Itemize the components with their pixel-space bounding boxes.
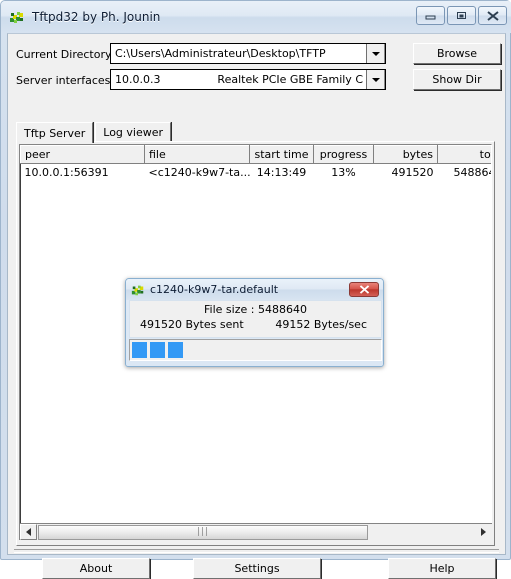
about-button[interactable]: About — [42, 558, 150, 579]
cell-file: <c1240-k9w7-ta... — [144, 163, 250, 181]
maximize-button[interactable] — [447, 6, 476, 25]
dialog-body: File size : 5488640 491520 Bytes sent 49… — [129, 300, 382, 338]
tab-tftp-server[interactable]: Tftp Server — [16, 122, 94, 143]
scroll-right-icon — [481, 528, 486, 536]
dialog-title-bar: c1240-k9w7-tar.default — [126, 279, 383, 300]
dialog-title: c1240-k9w7-tar.default — [150, 283, 279, 296]
column-header-peer[interactable]: peer — [20, 145, 145, 164]
window-title: Tftpd32 by Ph. Jounin — [32, 10, 161, 24]
server-interfaces-dropdown-button[interactable] — [366, 70, 385, 89]
table-row[interactable]: 10.0.0.1:56391 <c1240-k9w7-ta... 14:13:4… — [20, 163, 491, 181]
scroll-left-icon — [26, 528, 31, 536]
column-header-file[interactable]: file — [144, 145, 250, 164]
scroll-right-button[interactable] — [475, 524, 492, 540]
current-directory-label: Current Directory — [16, 48, 112, 61]
tftpd-icon — [9, 9, 25, 25]
footer-divider — [14, 549, 499, 553]
column-header-bytes[interactable]: bytes — [373, 145, 438, 164]
dialog-file-size: File size : 5488640 — [204, 303, 307, 316]
cell-total: 548864 — [437, 163, 491, 181]
dialog-bytes-per-sec: 49152 Bytes/sec — [275, 318, 367, 331]
chevron-down-icon — [371, 77, 380, 82]
title-bar: Tftpd32 by Ph. Jounin — [1, 1, 511, 33]
minimize-button[interactable] — [416, 6, 445, 25]
scrollbar-thumb[interactable]: ||| — [38, 524, 368, 540]
caption-button-group — [416, 6, 507, 25]
current-directory-value: C:\Users\Administrateur\Desktop\TFTP — [115, 47, 326, 60]
dialog-close-button[interactable] — [349, 282, 379, 297]
column-header-total[interactable]: tot — [437, 145, 491, 164]
tab-strip: Tftp Server Log viewer — [16, 122, 172, 143]
horizontal-scrollbar[interactable]: ||| — [19, 523, 492, 540]
server-interface-adapter: Realtek PCIe GBE Family C — [217, 73, 363, 86]
cell-progress: 13% — [313, 163, 374, 181]
table-header-row: peer file start time progress bytes tot — [20, 145, 491, 164]
server-interface-ip: 10.0.0.3 — [115, 73, 161, 86]
close-button[interactable] — [478, 6, 507, 25]
scrollbar-track[interactable] — [368, 524, 475, 540]
cell-start-time: 14:13:49 — [249, 163, 314, 181]
progress-block — [150, 342, 165, 358]
tab-log-viewer[interactable]: Log viewer — [95, 122, 172, 141]
chevron-down-icon — [371, 51, 380, 56]
scrollbar-grip: ||| — [196, 526, 210, 537]
current-directory-combo[interactable]: C:\Users\Administrateur\Desktop\TFTP — [110, 43, 386, 64]
current-directory-dropdown-button[interactable] — [366, 44, 385, 63]
close-icon — [359, 285, 369, 294]
settings-button[interactable]: Settings — [193, 558, 321, 579]
cell-bytes: 491520 — [373, 163, 438, 181]
scroll-left-button[interactable] — [20, 524, 37, 540]
progress-block — [132, 342, 147, 358]
column-header-progress[interactable]: progress — [313, 145, 374, 164]
progress-block — [168, 342, 183, 358]
transfer-progress-bar — [129, 339, 382, 361]
browse-button[interactable]: Browse — [413, 43, 501, 64]
tftpd-icon — [131, 283, 145, 297]
cell-peer: 10.0.0.1:56391 — [20, 163, 145, 181]
tftpd32-main-window: Tftpd32 by Ph. Jounin Current Directory … — [0, 0, 511, 579]
server-interfaces-label: Server interfaces — [16, 74, 111, 87]
server-interfaces-combo[interactable]: 10.0.0.3 Realtek PCIe GBE Family C — [110, 69, 386, 90]
help-button[interactable]: Help — [388, 558, 496, 579]
transfer-table: peer file start time progress bytes tot … — [20, 145, 491, 181]
dialog-bytes-sent: 491520 Bytes sent — [140, 318, 244, 331]
column-header-start-time[interactable]: start time — [249, 145, 314, 164]
transfer-progress-dialog: c1240-k9w7-tar.default File size : 54886… — [125, 278, 384, 367]
show-dir-button[interactable]: Show Dir — [413, 69, 501, 90]
